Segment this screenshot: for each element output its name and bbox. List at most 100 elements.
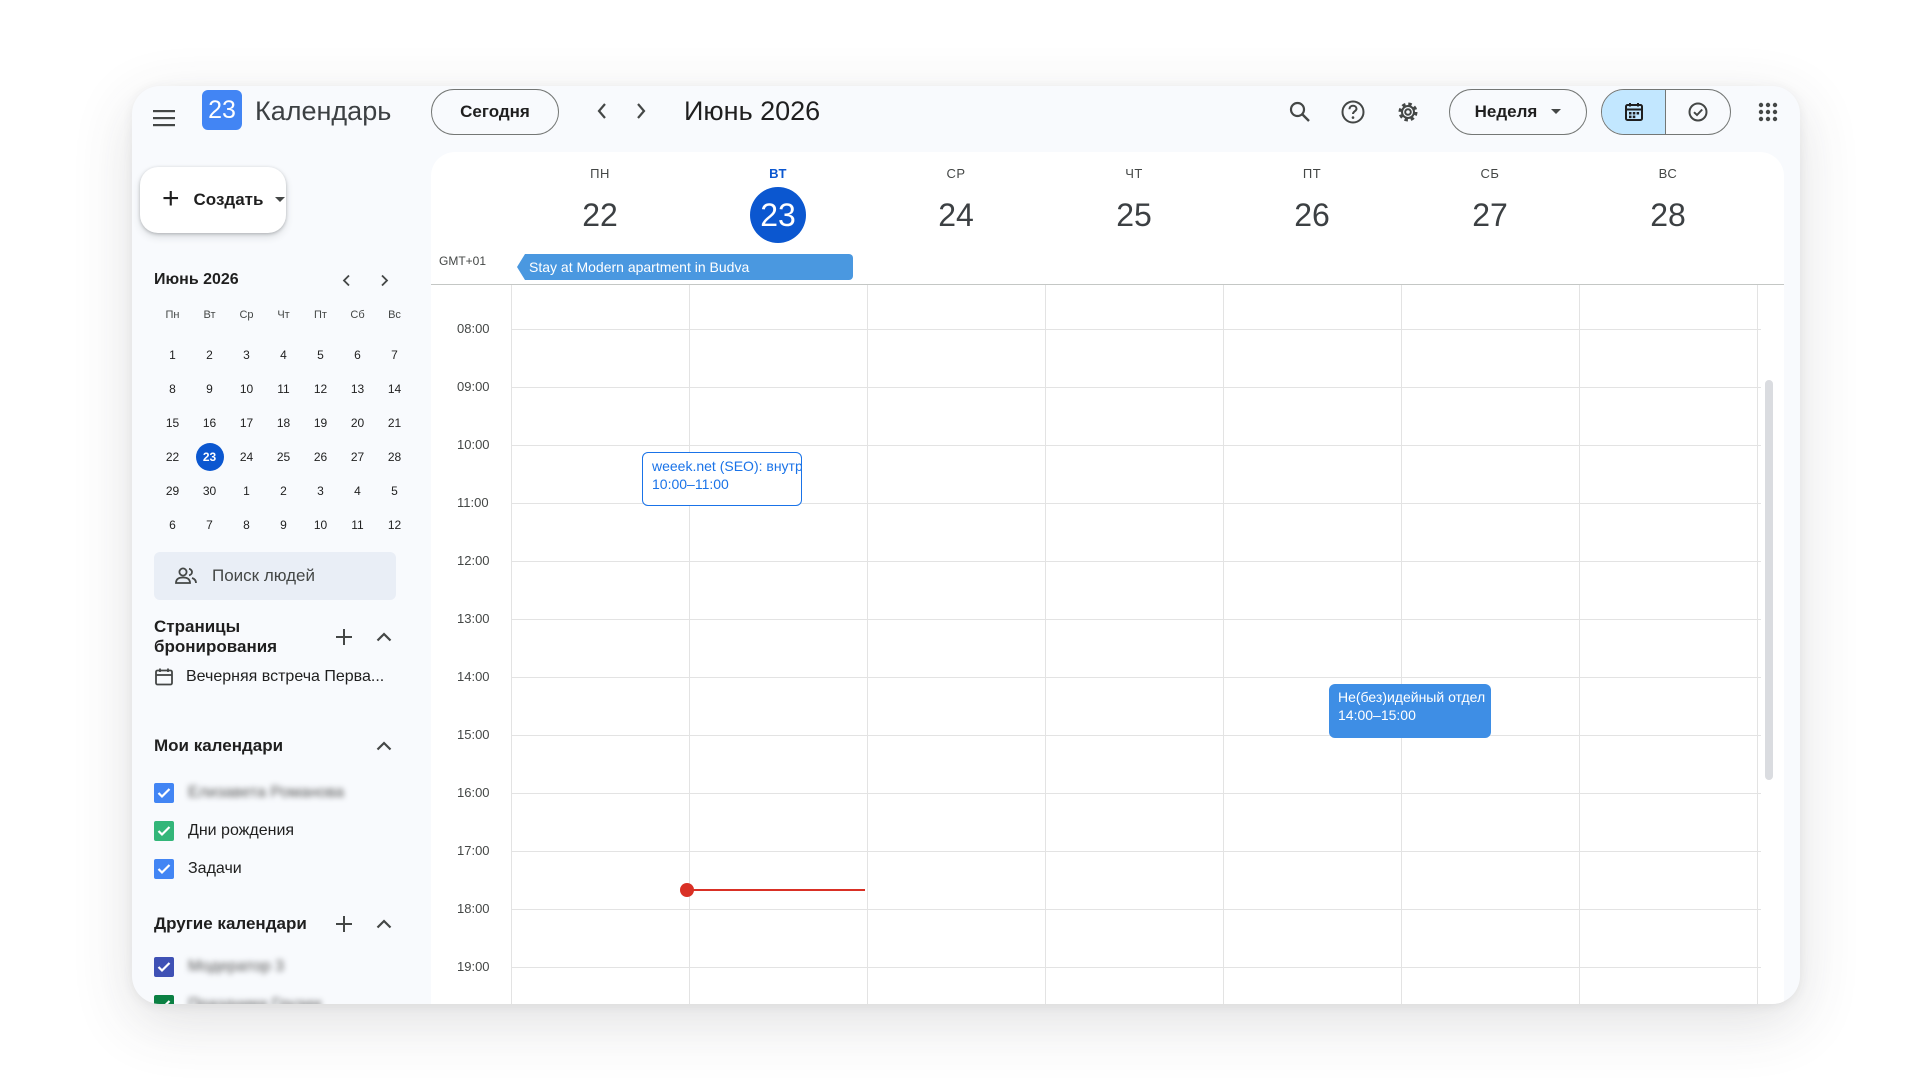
mini-day[interactable]: 28 — [376, 440, 413, 474]
mini-day[interactable]: 12 — [376, 508, 413, 542]
view-switcher[interactable]: Неделя — [1449, 89, 1587, 135]
all-day-event[interactable]: Stay at Modern apartment in Budva — [517, 254, 853, 280]
calendar-checkbox[interactable] — [154, 995, 174, 1004]
main-menu-button[interactable] — [144, 98, 184, 138]
collapse-my-calendars-button[interactable] — [370, 732, 398, 760]
mini-day[interactable]: 7 — [376, 338, 413, 372]
mini-day[interactable]: 10 — [302, 508, 339, 542]
mini-day[interactable]: 2 — [265, 474, 302, 508]
mini-day[interactable]: 24 — [228, 440, 265, 474]
day-number[interactable]: 23 — [750, 187, 806, 243]
mini-day[interactable]: 13 — [339, 372, 376, 406]
day-header[interactable]: ПН 22 — [512, 152, 688, 243]
mini-day[interactable]: 9 — [265, 508, 302, 542]
mini-next-month-button[interactable] — [370, 268, 398, 292]
mini-day[interactable]: 16 — [191, 406, 228, 440]
day-number[interactable]: 22 — [572, 187, 628, 243]
mini-day[interactable]: 30 — [191, 474, 228, 508]
booking-page-item[interactable]: Вечерняя встреча Перва... — [154, 667, 398, 687]
calendar-checkbox[interactable] — [154, 859, 174, 879]
next-week-button[interactable] — [622, 92, 660, 130]
day-number[interactable]: 26 — [1284, 187, 1340, 243]
mini-day[interactable]: 3 — [302, 474, 339, 508]
day-header[interactable]: ВТ 23 — [690, 152, 866, 243]
mini-day[interactable]: 6 — [339, 338, 376, 372]
day-number[interactable]: 28 — [1640, 187, 1696, 243]
calendar-list-item[interactable]: Задачи — [154, 850, 398, 888]
calendar-list-item[interactable]: Модератор 3 — [154, 948, 398, 986]
mini-day[interactable]: 5 — [302, 338, 339, 372]
previous-week-button[interactable] — [583, 92, 621, 130]
create-button[interactable]: + Создать — [140, 167, 286, 233]
day-header[interactable]: СБ 27 — [1402, 152, 1578, 243]
day-header[interactable]: ЧТ 25 — [1046, 152, 1222, 243]
calendar-checkbox[interactable] — [154, 957, 174, 977]
calendar-list-item[interactable]: Дни рождения — [154, 812, 398, 850]
mini-day[interactable]: 11 — [339, 508, 376, 542]
mini-day[interactable]: 29 — [154, 474, 191, 508]
check-icon — [157, 826, 171, 837]
mini-day[interactable]: 1 — [154, 338, 191, 372]
mini-day[interactable]: 18 — [265, 406, 302, 440]
mini-day[interactable]: 25 — [265, 440, 302, 474]
mini-prev-month-button[interactable] — [332, 268, 360, 292]
help-button[interactable] — [1333, 92, 1373, 132]
mini-day[interactable]: 9 — [191, 372, 228, 406]
mini-day[interactable]: 12 — [302, 372, 339, 406]
add-other-calendar-button[interactable] — [330, 910, 358, 938]
mini-day[interactable]: 21 — [376, 406, 413, 440]
mini-day[interactable]: 7 — [191, 508, 228, 542]
mini-day[interactable]: 23 — [191, 440, 228, 474]
mini-day[interactable]: 8 — [228, 508, 265, 542]
mini-day[interactable]: 8 — [154, 372, 191, 406]
mini-day[interactable]: 10 — [228, 372, 265, 406]
day-number[interactable]: 25 — [1106, 187, 1162, 243]
calendar-list-item[interactable]: Праздники Грузии — [154, 986, 398, 1004]
mini-day[interactable]: 26 — [302, 440, 339, 474]
day-number[interactable]: 27 — [1462, 187, 1518, 243]
mini-day[interactable]: 1 — [228, 474, 265, 508]
day-header[interactable]: СР 24 — [868, 152, 1044, 243]
day-header[interactable]: ВС 28 — [1580, 152, 1756, 243]
today-button[interactable]: Сегодня — [431, 89, 559, 135]
calendar-event[interactable]: weeek.net (SEO): внутр 10:00–11:00 — [642, 452, 802, 506]
calendar-logo[interactable]: 23 — [202, 90, 242, 130]
mini-day[interactable]: 22 — [154, 440, 191, 474]
add-booking-page-button[interactable] — [330, 623, 358, 651]
mini-day[interactable]: 17 — [228, 406, 265, 440]
mini-day[interactable]: 19 — [302, 406, 339, 440]
calendar-mode-button[interactable] — [1602, 90, 1666, 134]
mini-day-number: 1 — [169, 348, 176, 362]
mini-day-number: 26 — [313, 450, 328, 464]
menu-icon — [153, 110, 175, 127]
day-header[interactable]: ПТ 26 — [1224, 152, 1400, 243]
calendar-event[interactable]: Не(без)идейный отдел 14:00–15:00 — [1329, 684, 1491, 738]
mini-day[interactable]: 3 — [228, 338, 265, 372]
mini-day[interactable]: 11 — [265, 372, 302, 406]
mini-day[interactable]: 5 — [376, 474, 413, 508]
mini-day[interactable]: 15 — [154, 406, 191, 440]
calendar-checkbox[interactable] — [154, 783, 174, 803]
time-grid[interactable]: weeek.net (SEO): внутр 10:00–11:00 Не(бе… — [431, 284, 1784, 1004]
vertical-scrollbar[interactable] — [1765, 380, 1773, 780]
day-number[interactable]: 24 — [928, 187, 984, 243]
mini-day[interactable]: 14 — [376, 372, 413, 406]
apps-grid-icon — [1758, 102, 1778, 122]
search-button[interactable] — [1280, 92, 1320, 132]
settings-button[interactable] — [1388, 92, 1428, 132]
calendar-checkbox[interactable] — [154, 821, 174, 841]
mini-day[interactable]: 20 — [339, 406, 376, 440]
people-search[interactable]: Поиск людей — [154, 552, 396, 600]
collapse-other-calendars-button[interactable] — [370, 910, 398, 938]
tasks-mode-button[interactable] — [1666, 90, 1730, 134]
google-apps-button[interactable] — [1748, 92, 1788, 132]
collapse-booking-button[interactable] — [370, 623, 398, 651]
mini-day[interactable]: 4 — [339, 474, 376, 508]
mini-day[interactable]: 6 — [154, 508, 191, 542]
calendar-list-item[interactable]: Елизавета Романова — [154, 774, 398, 812]
mini-day[interactable]: 27 — [339, 440, 376, 474]
mini-day[interactable]: 2 — [191, 338, 228, 372]
mini-day[interactable]: 4 — [265, 338, 302, 372]
timezone-label: GMT+01 — [439, 254, 487, 268]
view-label: Неделя — [1474, 102, 1538, 121]
